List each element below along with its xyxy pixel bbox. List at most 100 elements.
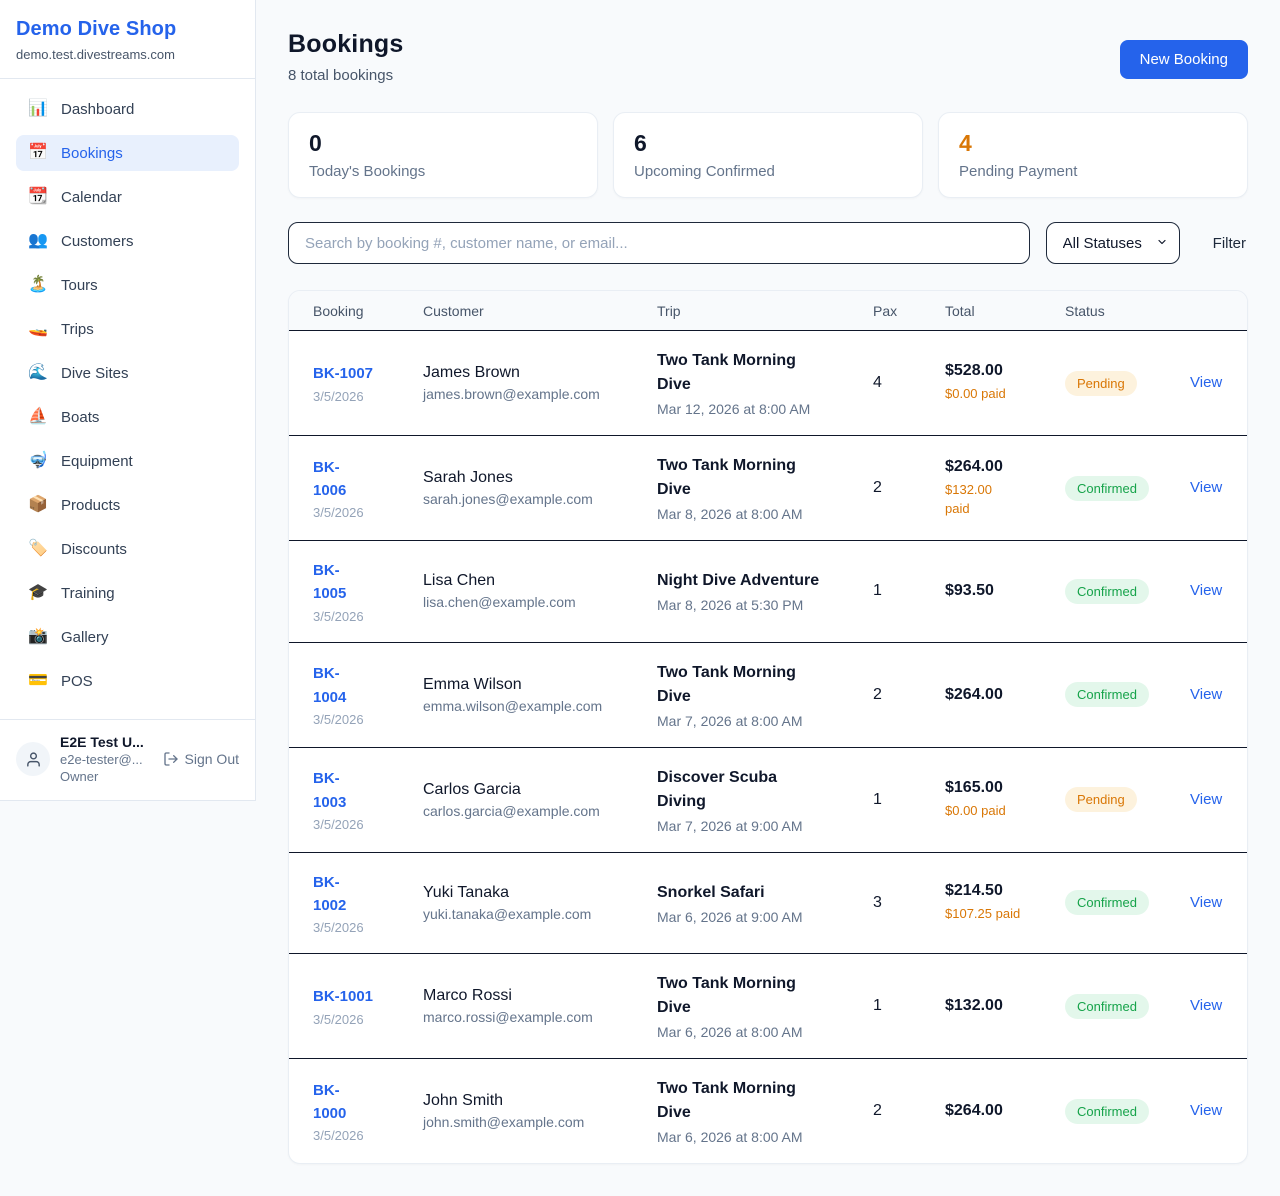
customer-email: marco.rossi@example.com bbox=[423, 1009, 647, 1025]
stat-value: 4 bbox=[959, 130, 1227, 157]
booking-date: 3/5/2026 bbox=[313, 389, 413, 404]
wave-icon: 🌊 bbox=[28, 365, 48, 381]
sidebar-item-boats[interactable]: ⛵ Boats bbox=[16, 399, 239, 435]
column-header-status: Status bbox=[1065, 303, 1190, 319]
page-title: Bookings bbox=[288, 30, 404, 59]
booking-number-link[interactable]: BK-1001 bbox=[313, 985, 373, 1008]
sidebar-item-training[interactable]: 🎓 Training bbox=[16, 575, 239, 611]
brand-title: Demo Dive Shop bbox=[16, 18, 239, 41]
status-badge: Confirmed bbox=[1065, 579, 1149, 604]
island-icon: 🏝️ bbox=[28, 277, 48, 293]
column-header-trip: Trip bbox=[657, 303, 873, 319]
sidebar-item-discounts[interactable]: 🏷️ Discounts bbox=[16, 531, 239, 567]
view-link[interactable]: View bbox=[1190, 686, 1222, 703]
bar-chart-icon: 📊 bbox=[28, 101, 48, 117]
view-link[interactable]: View bbox=[1190, 582, 1222, 599]
status-badge: Confirmed bbox=[1065, 890, 1149, 915]
status-filter-select[interactable]: All Statuses bbox=[1046, 222, 1180, 264]
pax-count: 4 bbox=[873, 374, 945, 392]
pax-count: 1 bbox=[873, 997, 945, 1015]
total-amount: $165.00 bbox=[945, 779, 1055, 797]
sidebar-item-dashboard[interactable]: 📊 Dashboard bbox=[16, 91, 239, 127]
main-content: Bookings 8 total bookings New Booking 0 … bbox=[256, 0, 1280, 1196]
customer-name: Emma Wilson bbox=[423, 676, 647, 694]
table-row: BK-1001 3/5/2026 Marco Rossi marco.rossi… bbox=[289, 953, 1247, 1058]
booking-date: 3/5/2026 bbox=[313, 817, 413, 832]
total-amount: $264.00 bbox=[945, 458, 1055, 476]
table-row: BK- 1006 3/5/2026 Sarah Jones sarah.jone… bbox=[289, 435, 1247, 540]
sign-out-button[interactable]: Sign Out bbox=[163, 751, 239, 767]
booking-number-link[interactable]: BK- 1003 bbox=[313, 767, 346, 814]
customer-email: john.smith@example.com bbox=[423, 1114, 647, 1130]
stat-value: 6 bbox=[634, 130, 902, 157]
booking-number-link[interactable]: BK-1007 bbox=[313, 362, 373, 385]
trip-name: Discover Scuba Diving bbox=[657, 766, 863, 814]
view-link[interactable]: View bbox=[1190, 1102, 1222, 1119]
view-link[interactable]: View bbox=[1190, 374, 1222, 391]
stats-row: 0 Today's Bookings 6 Upcoming Confirmed … bbox=[288, 112, 1248, 198]
booking-number-link[interactable]: BK- 1004 bbox=[313, 662, 346, 709]
view-link[interactable]: View bbox=[1190, 894, 1222, 911]
app-root: Demo Dive Shop demo.test.divestreams.com… bbox=[0, 0, 1280, 1196]
trip-datetime: Mar 6, 2026 at 9:00 AM bbox=[657, 909, 863, 925]
pax-count: 2 bbox=[873, 686, 945, 704]
booking-date: 3/5/2026 bbox=[313, 505, 413, 520]
view-link[interactable]: View bbox=[1190, 997, 1222, 1014]
customer-name: Yuki Tanaka bbox=[423, 884, 647, 902]
sign-out-icon bbox=[163, 751, 179, 767]
trip-datetime: Mar 7, 2026 at 9:00 AM bbox=[657, 818, 863, 834]
customer-email: carlos.garcia@example.com bbox=[423, 803, 647, 819]
bookings-table: BookingCustomerTripPaxTotalStatus BK-100… bbox=[288, 290, 1248, 1164]
sidebar: Demo Dive Shop demo.test.divestreams.com… bbox=[0, 0, 256, 801]
sidebar-item-equipment[interactable]: 🤿 Equipment bbox=[16, 443, 239, 479]
paid-amount: $107.25 paid bbox=[945, 904, 1055, 924]
user-box: E2E Test U... e2e-tester@... Owner Sign … bbox=[0, 719, 255, 800]
booking-date: 3/5/2026 bbox=[313, 712, 413, 727]
stat-card: 0 Today's Bookings bbox=[288, 112, 598, 198]
stat-value: 0 bbox=[309, 130, 577, 157]
booking-number-link[interactable]: BK- 1002 bbox=[313, 871, 346, 918]
sidebar-item-bookings[interactable]: 📅 Bookings bbox=[16, 135, 239, 171]
sidebar-item-products[interactable]: 📦 Products bbox=[16, 487, 239, 523]
total-amount: $93.50 bbox=[945, 582, 1055, 600]
sidebar-item-gallery[interactable]: 📸 Gallery bbox=[16, 619, 239, 655]
status-select-wrap: All Statuses bbox=[1046, 222, 1180, 264]
pax-count: 2 bbox=[873, 1102, 945, 1120]
customer-name: Carlos Garcia bbox=[423, 781, 647, 799]
sidebar-item-calendar[interactable]: 📆 Calendar bbox=[16, 179, 239, 215]
booking-number-link[interactable]: BK- 1005 bbox=[313, 559, 346, 606]
paid-amount: $0.00 paid bbox=[945, 384, 1055, 404]
view-link[interactable]: View bbox=[1190, 479, 1222, 496]
booking-date: 3/5/2026 bbox=[313, 1012, 413, 1027]
stat-label: Upcoming Confirmed bbox=[634, 163, 902, 180]
page-header: Bookings 8 total bookings New Booking bbox=[288, 30, 1248, 84]
filters-bar: All Statuses Filter bbox=[288, 222, 1248, 264]
table-header-row: BookingCustomerTripPaxTotalStatus bbox=[289, 291, 1247, 331]
trip-name: Two Tank Morning Dive bbox=[657, 972, 863, 1020]
customer-name: John Smith bbox=[423, 1092, 647, 1110]
sidebar-item-customers[interactable]: 👥 Customers bbox=[16, 223, 239, 259]
stat-card: 6 Upcoming Confirmed bbox=[613, 112, 923, 198]
booking-number-link[interactable]: BK- 1000 bbox=[313, 1079, 346, 1126]
table-row: BK-1007 3/5/2026 James Brown james.brown… bbox=[289, 331, 1247, 435]
filter-button[interactable]: Filter bbox=[1213, 235, 1246, 252]
sidebar-item-dive-sites[interactable]: 🌊 Dive Sites bbox=[16, 355, 239, 391]
customer-email: yuki.tanaka@example.com bbox=[423, 906, 647, 922]
search-input[interactable] bbox=[288, 222, 1030, 264]
customer-name: James Brown bbox=[423, 364, 647, 382]
column-header-total: Total bbox=[945, 303, 1065, 319]
booking-date: 3/5/2026 bbox=[313, 1128, 413, 1143]
customer-name: Sarah Jones bbox=[423, 469, 647, 487]
booking-date: 3/5/2026 bbox=[313, 609, 413, 624]
sidebar-item-tours[interactable]: 🏝️ Tours bbox=[16, 267, 239, 303]
customer-email: emma.wilson@example.com bbox=[423, 698, 647, 714]
new-booking-button[interactable]: New Booking bbox=[1120, 40, 1248, 79]
status-badge: Confirmed bbox=[1065, 476, 1149, 501]
credit-card-icon: 💳 bbox=[28, 673, 48, 689]
sign-out-label: Sign Out bbox=[185, 751, 239, 767]
sidebar-item-pos[interactable]: 💳 POS bbox=[16, 663, 239, 699]
booking-number-link[interactable]: BK- 1006 bbox=[313, 456, 346, 503]
calendar-icon: 📆 bbox=[28, 189, 48, 205]
view-link[interactable]: View bbox=[1190, 791, 1222, 808]
sidebar-item-trips[interactable]: 🚤 Trips bbox=[16, 311, 239, 347]
